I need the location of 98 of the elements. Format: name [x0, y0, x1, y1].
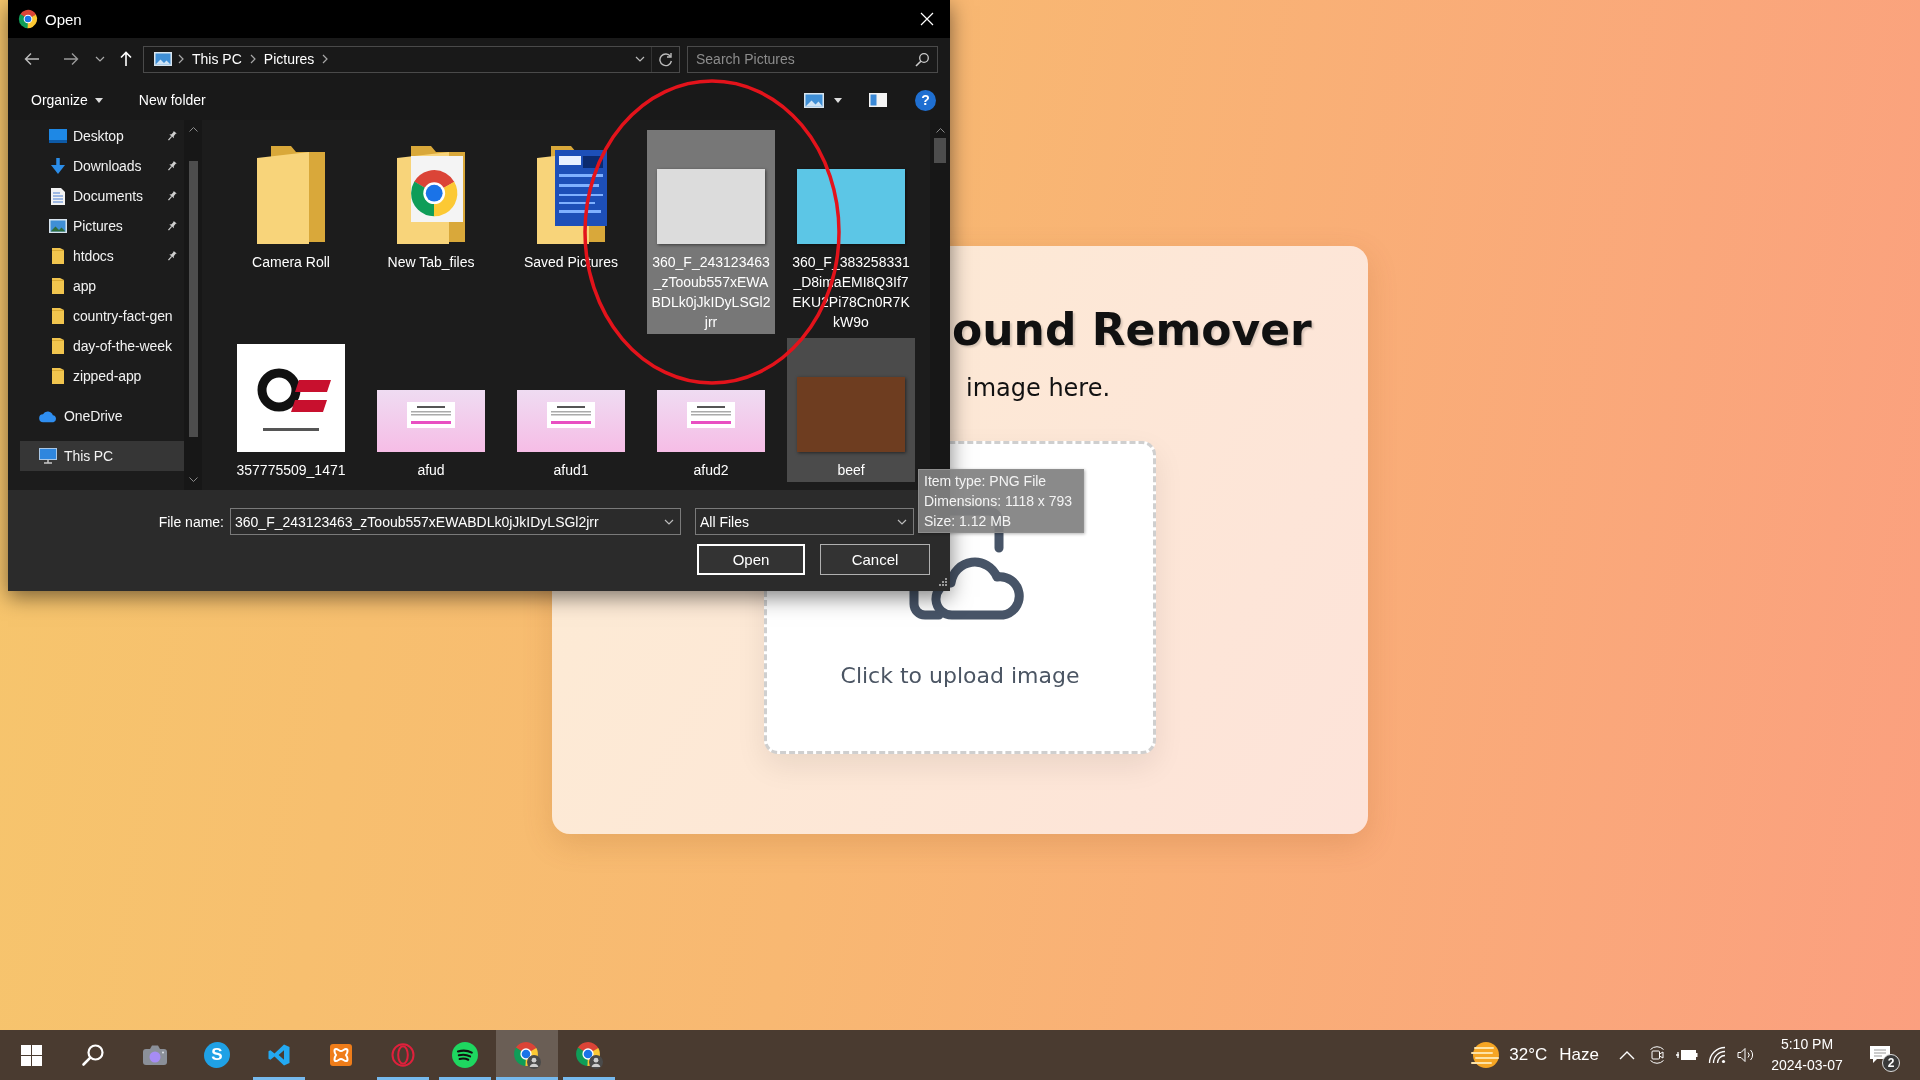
clock-time[interactable]: 5:10 PM: [1780, 1034, 1834, 1055]
wave-logo-icon: [452, 1042, 478, 1068]
breadcrumb[interactable]: This PC: [190, 46, 244, 72]
file-item[interactable]: Camera Roll: [227, 130, 355, 274]
tooltip-text: Dimensions: 1118 x 793: [924, 492, 1074, 511]
video-camera-icon[interactable]: [1647, 1045, 1667, 1065]
avatar-icon: [589, 1055, 603, 1069]
camera-icon: [142, 1044, 168, 1066]
weather-condition: Haze: [1559, 1045, 1599, 1065]
nav-item[interactable]: Pictures: [20, 211, 184, 241]
nav-item[interactable]: htdocs: [20, 241, 184, 271]
breadcrumb[interactable]: Pictures: [261, 46, 317, 72]
nav-item[interactable]: OneDrive: [20, 401, 184, 431]
preview-pane-icon: [869, 93, 887, 107]
cloud-icon: [39, 409, 57, 423]
app-title: ound Remover: [952, 303, 1312, 357]
clock-date[interactable]: 2024-03-07: [1771, 1055, 1843, 1076]
chevron-right-icon: [322, 54, 329, 64]
folder-icon: [255, 144, 327, 244]
close-icon: [920, 12, 934, 26]
resize-grip-icon[interactable]: [937, 578, 947, 588]
picture-icon: [49, 219, 67, 233]
wifi-icon[interactable]: [1708, 1046, 1726, 1064]
folder-icon: [52, 248, 64, 264]
nav-item[interactable]: day-of-the-week: [20, 331, 184, 361]
open-button[interactable]: Open: [697, 544, 805, 575]
nav-item[interactable]: country-fact-gen: [20, 301, 184, 331]
nav-item[interactable]: zipped-app: [20, 361, 184, 391]
speaker-icon[interactable]: [1737, 1047, 1755, 1063]
folder-with-logo-icon: [395, 144, 467, 244]
weather-icon[interactable]: [1469, 1039, 1502, 1071]
window-logo-icon: [20, 1044, 42, 1066]
chevron-down-icon: [635, 56, 645, 62]
file-item[interactable]: afud: [367, 338, 495, 482]
folder-icon: [52, 338, 64, 354]
caret-down-icon: [94, 97, 103, 103]
cancel-button[interactable]: Cancel: [820, 544, 930, 575]
picture-icon: [804, 92, 824, 108]
help-button[interactable]: ?: [915, 89, 936, 111]
search-icon: [81, 1043, 105, 1067]
folder-icon: [52, 368, 64, 384]
file-item[interactable]: 357775509_1471: [227, 338, 355, 482]
back-arrow-icon: [24, 52, 40, 66]
scroll-up-icon: [188, 127, 198, 132]
folder-icon: [52, 278, 64, 294]
nav-item[interactable]: This PC: [20, 441, 184, 471]
search-field[interactable]: Search Pictures: [687, 45, 938, 73]
chevron-down-icon: [95, 56, 105, 62]
scrollbar-thumb[interactable]: [934, 138, 946, 163]
file-item[interactable]: 360_F_243123463_zTooub557xEWABDLk0jJkIDyLSGl2jrr: [647, 130, 775, 334]
avatar-icon: [527, 1055, 541, 1069]
picture-icon: [154, 52, 172, 66]
file-item[interactable]: beef: [787, 338, 915, 482]
download-arrow-icon: [50, 158, 66, 174]
folder-icon: [52, 308, 64, 324]
refresh-icon: [658, 51, 673, 67]
battery-icon[interactable]: [1676, 1049, 1698, 1061]
chevron-down-icon: [897, 518, 907, 525]
nav-item[interactable]: app: [20, 271, 184, 301]
notification-count: 2: [1882, 1054, 1900, 1072]
forward-arrow-icon: [63, 52, 79, 66]
monitor-icon: [39, 448, 57, 464]
window-title: Open: [45, 10, 82, 28]
nav-item[interactable]: Downloads: [20, 151, 184, 181]
notification-button[interactable]: 2: [1854, 1030, 1906, 1080]
nav-item[interactable]: Desktop: [20, 121, 184, 151]
chevron-up-icon: [1619, 1050, 1635, 1060]
scroll-down-icon: [188, 477, 198, 482]
address-bar[interactable]: This PC Pictures: [143, 45, 680, 73]
weather-temperature: 32°C: [1509, 1045, 1548, 1065]
chevron-down-icon[interactable]: [664, 518, 674, 525]
file-name-label: File name:: [158, 513, 224, 530]
folder-with-picture-icon: [535, 144, 607, 244]
nav-item[interactable]: Documents: [20, 181, 184, 211]
tile-logo-icon: [329, 1043, 353, 1067]
file-type-dropdown[interactable]: All Files: [695, 508, 914, 535]
letter-logo: S: [204, 1042, 230, 1068]
tooltip-text: Size: 1.12 MB: [924, 512, 1013, 531]
chevron-right-icon: [249, 54, 256, 64]
chevron-right-icon: [178, 54, 184, 64]
search-icon[interactable]: [915, 52, 929, 67]
toolbar-button[interactable]: New folder: [130, 86, 214, 114]
organize-menu-button[interactable]: Organize: [23, 86, 111, 114]
ring-logo-icon: [391, 1043, 415, 1067]
up-arrow-icon: [120, 51, 132, 67]
taskbar-app-button[interactable]: [496, 1030, 558, 1080]
scroll-up-icon: [935, 128, 945, 133]
file-item[interactable]: afud1: [507, 338, 635, 482]
ribbon-logo-icon: [267, 1043, 291, 1067]
document-icon: [51, 187, 65, 205]
tooltip-text: Item type: PNG File: [924, 472, 1048, 491]
file-item[interactable]: New Tab_files: [367, 130, 495, 274]
app-logo-icon: [18, 9, 38, 29]
file-name-field[interactable]: 360_F_243123463_zTooub557xEWABDLk0jJkIDyLSGl2jrr: [230, 508, 681, 535]
app-subtitle: image here.: [966, 373, 1111, 404]
scrollbar-thumb[interactable]: [188, 161, 198, 437]
desktop-icon: [49, 129, 67, 143]
caret-down-icon: [834, 97, 842, 103]
